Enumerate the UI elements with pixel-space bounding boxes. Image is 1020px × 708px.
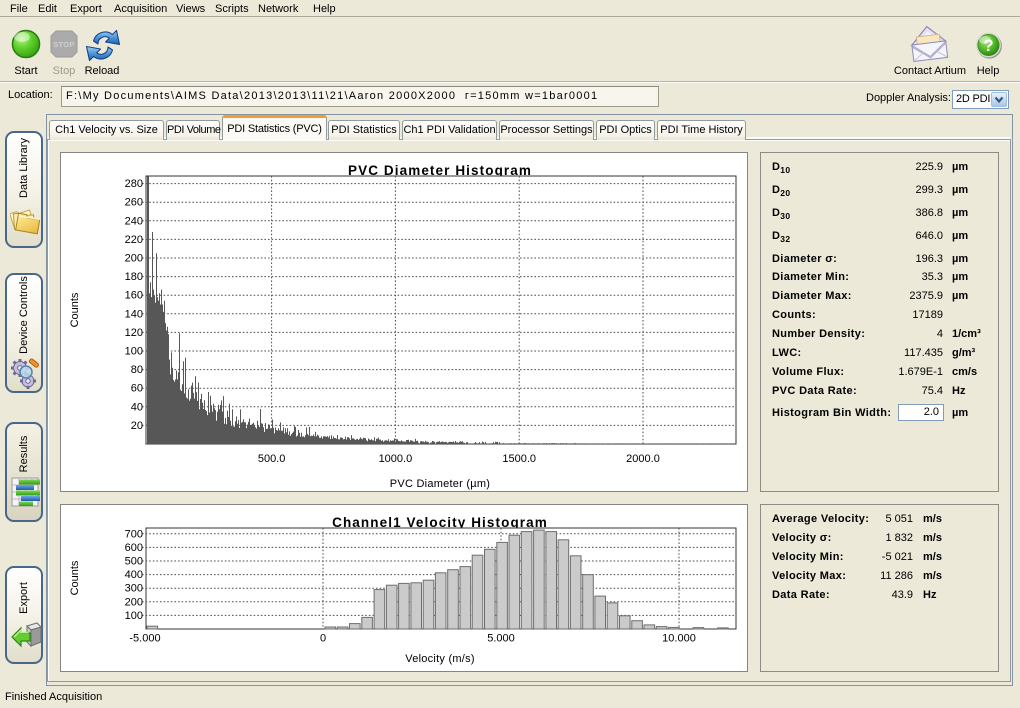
svg-text:100: 100: [125, 346, 143, 358]
svg-text:600: 600: [125, 542, 143, 554]
svg-text:120: 120: [125, 327, 143, 339]
svg-text:300: 300: [125, 583, 143, 595]
svg-text:10.000: 10.000: [662, 633, 696, 645]
svg-text:60: 60: [131, 383, 143, 395]
svg-text:140: 140: [125, 308, 143, 320]
svg-text:280: 280: [125, 178, 143, 190]
svg-text:Counts: Counts: [69, 292, 81, 327]
svg-text:Counts: Counts: [69, 560, 81, 595]
svg-text:700: 700: [125, 528, 143, 540]
svg-text:180: 180: [125, 271, 143, 283]
svg-text:2000.0: 2000.0: [626, 453, 660, 465]
svg-text:5.000: 5.000: [487, 633, 515, 645]
svg-text:0: 0: [320, 633, 326, 645]
svg-text:1500.0: 1500.0: [502, 453, 536, 465]
svg-text:STOP: STOP: [53, 40, 74, 49]
svg-text:200: 200: [125, 253, 143, 265]
svg-text:500.0: 500.0: [258, 453, 286, 465]
svg-text:PVC Diameter (µm): PVC Diameter (µm): [390, 478, 490, 490]
svg-text:100: 100: [125, 610, 143, 622]
svg-text:260: 260: [125, 197, 143, 209]
svg-text:20: 20: [131, 420, 143, 432]
svg-text:1000.0: 1000.0: [379, 453, 413, 465]
svg-text:40: 40: [131, 401, 143, 413]
svg-text:400: 400: [125, 569, 143, 581]
svg-text:200: 200: [125, 596, 143, 608]
svg-text:220: 220: [125, 234, 143, 246]
svg-text:-5.000: -5.000: [129, 633, 160, 645]
svg-text:160: 160: [125, 290, 143, 302]
svg-text:80: 80: [131, 364, 143, 376]
svg-text:240: 240: [125, 215, 143, 227]
svg-text:?: ?: [983, 37, 993, 55]
svg-text:Velocity (m/s): Velocity (m/s): [405, 653, 475, 665]
svg-text:500: 500: [125, 556, 143, 568]
